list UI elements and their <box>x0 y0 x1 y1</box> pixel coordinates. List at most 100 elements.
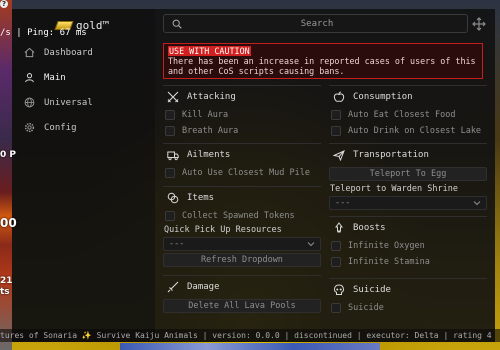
refresh-dropdown-button[interactable]: Refresh Dropdown <box>163 253 321 267</box>
resources-dropdown[interactable]: --- <box>163 237 321 251</box>
section-header: Items <box>163 186 321 208</box>
game-hud-number: ts <box>0 287 10 297</box>
ping-readout: /s | Ping: 67 ms <box>0 28 87 38</box>
home-icon <box>24 47 35 58</box>
section-attacking: Attacking Kill Aura Breath Aura <box>163 85 321 139</box>
section-transportation: Transportation Teleport To Egg Teleport … <box>329 143 487 210</box>
checkbox[interactable] <box>331 257 341 267</box>
toggle-label: Breath Aura <box>182 126 239 136</box>
truck-icon <box>167 151 179 160</box>
right-column: Consumption Auto Eat Closest Food Auto D… <box>329 85 487 320</box>
sidebar-item-config[interactable]: Config <box>12 115 155 140</box>
toggle-infinite-stamina[interactable]: Infinite Stamina <box>329 254 487 270</box>
section-header: Damage <box>163 275 321 297</box>
section-title: Suicide <box>353 284 391 295</box>
sidebar: gold™ Dashboard Main Universal Config <box>12 9 155 342</box>
section-title: Ailments <box>187 149 231 160</box>
main-panel: USE WITH CAUTION There has been an incre… <box>155 9 495 342</box>
dropdown-value: --- <box>169 239 185 249</box>
toggle-collect-tokens[interactable]: Collect Spawned Tokens <box>163 208 321 224</box>
sidebar-nav: Dashboard Main Universal Config <box>12 40 155 140</box>
rocket-icon <box>335 221 343 232</box>
section-consumption: Consumption Auto Eat Closest Food Auto D… <box>329 85 487 139</box>
section-items: Items Collect Spawned Tokens Quick Pick … <box>163 186 321 267</box>
toggle-suicide[interactable]: Suicide <box>329 300 487 316</box>
search-bar[interactable] <box>163 14 468 33</box>
user-icon <box>25 73 34 83</box>
section-title: Items <box>187 192 215 203</box>
section-header: Consumption <box>329 85 487 107</box>
toggle-auto-drink[interactable]: Auto Drink on Closest Lake <box>329 123 487 139</box>
globe-icon <box>24 97 35 108</box>
checkbox[interactable] <box>165 110 175 120</box>
gear-icon <box>24 122 35 133</box>
game-hud-number: 21 <box>0 276 13 286</box>
crossed-swords-icon <box>167 91 179 102</box>
sword-icon <box>167 281 179 292</box>
sidebar-item-universal[interactable]: Universal <box>12 90 155 115</box>
section-header: Ailments <box>163 143 321 165</box>
section-title: Damage <box>187 281 220 292</box>
script-hub-window: gold™ Dashboard Main Universal Config Se… <box>12 9 495 342</box>
checkbox[interactable] <box>331 126 341 136</box>
toggle-breath-aura[interactable]: Breath Aura <box>163 123 321 139</box>
caution-alert: USE WITH CAUTION There has been an incre… <box>163 43 483 79</box>
sidebar-item-main[interactable]: Main <box>12 65 155 90</box>
help-icon[interactable]: ? <box>0 0 8 8</box>
game-hud-number: 0 P <box>0 150 16 160</box>
toggle-kill-aura[interactable]: Kill Aura <box>163 107 321 123</box>
section-header: Attacking <box>163 85 321 107</box>
toggle-infinite-oxygen[interactable]: Infinite Oxygen <box>329 238 487 254</box>
coins-icon <box>167 192 179 203</box>
toggle-auto-eat[interactable]: Auto Eat Closest Food <box>329 107 487 123</box>
toggle-mud-pile[interactable]: Auto Use Closest Mud Pile <box>163 165 321 181</box>
checkbox[interactable] <box>331 110 341 120</box>
search-input[interactable] <box>182 18 452 29</box>
game-left-hud <box>0 0 12 350</box>
dropdown-label: Quick Pick Up Resources <box>164 225 282 235</box>
toggle-label: Collect Spawned Tokens <box>182 211 295 221</box>
left-column: Attacking Kill Aura Breath Aura Ailments <box>163 85 321 317</box>
toggle-label: Auto Use Closest Mud Pile <box>182 168 310 178</box>
sidebar-item-dashboard[interactable]: Dashboard <box>12 40 155 65</box>
toggle-label: Infinite Stamina <box>348 257 430 267</box>
section-header: Boosts <box>329 216 487 238</box>
warden-shrine-dropdown[interactable]: --- <box>329 196 487 210</box>
checkbox[interactable] <box>165 211 175 221</box>
section-boosts: Boosts Infinite Oxygen Infinite Stamina <box>329 216 487 270</box>
section-title: Boosts <box>353 222 386 233</box>
skull-icon <box>333 283 345 295</box>
sidebar-item-label: Main <box>44 72 66 83</box>
checkbox[interactable] <box>331 303 341 313</box>
section-title: Transportation <box>353 149 429 160</box>
alert-title: USE WITH CAUTION <box>168 46 251 56</box>
dropdown-value: --- <box>335 198 351 208</box>
search-icon <box>172 19 182 29</box>
delete-lava-pools-button[interactable]: Delete All Lava Pools <box>163 299 321 313</box>
section-suicide: Suicide Suicide <box>329 278 487 316</box>
plane-icon <box>333 149 345 161</box>
game-bottom-scenery <box>120 343 380 350</box>
checkbox[interactable] <box>165 168 175 178</box>
checkbox[interactable] <box>331 241 341 251</box>
teleport-to-egg-button[interactable]: Teleport To Egg <box>329 167 487 181</box>
checkbox[interactable] <box>165 126 175 136</box>
alert-body: There has been an increase in reported c… <box>168 56 476 76</box>
section-header: Suicide <box>329 278 487 300</box>
toggle-label: Kill Aura <box>182 110 229 120</box>
toggle-label: Auto Eat Closest Food <box>348 110 456 120</box>
section-title: Attacking <box>187 91 236 102</box>
chevron-down-icon <box>473 201 481 206</box>
section-header: Transportation <box>329 143 487 165</box>
apple-icon <box>333 91 345 102</box>
toggle-label: Suicide <box>348 303 384 313</box>
section-title: Consumption <box>353 91 413 102</box>
move-icon[interactable] <box>472 17 486 31</box>
chevron-down-icon <box>307 242 315 247</box>
sidebar-item-label: Config <box>44 122 77 133</box>
section-ailments: Ailments Auto Use Closest Mud Pile <box>163 143 321 181</box>
game-hud-number: 00 <box>0 216 17 230</box>
status-bar: tures of Sonaria ✨ Survive Kaiju Animals… <box>0 329 500 342</box>
dropdown-label: Teleport to Warden Shrine <box>330 184 458 194</box>
toggle-label: Auto Drink on Closest Lake <box>348 126 482 136</box>
